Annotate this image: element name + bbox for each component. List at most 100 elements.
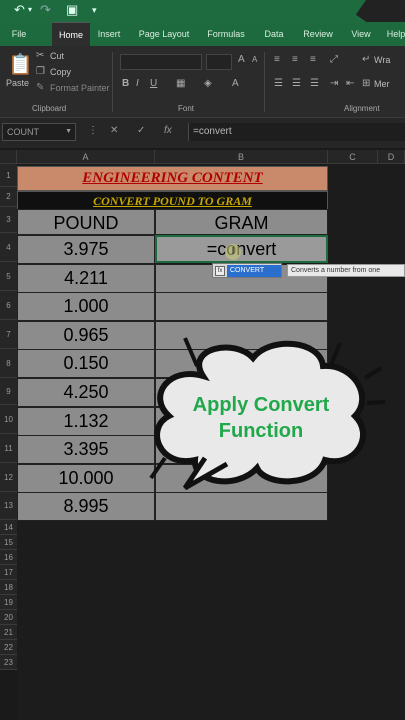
gram-value-cell[interactable]: [155, 292, 328, 322]
italic-icon[interactable]: I: [136, 78, 139, 89]
insert-function-button[interactable]: fx: [164, 125, 172, 136]
wrap-text-button[interactable]: Wra: [374, 55, 390, 65]
enter-formula-button[interactable]: ✓: [137, 125, 145, 136]
borders-icon[interactable]: ▦: [176, 78, 185, 89]
pound-value-cell[interactable]: 4.250: [17, 378, 155, 407]
row-header-12[interactable]: 12: [0, 463, 17, 492]
row-header-11[interactable]: 11: [0, 434, 17, 463]
customize-toolbar-icon[interactable]: ▾: [92, 2, 97, 18]
formula-input[interactable]: =convert: [188, 123, 405, 141]
outdent-icon[interactable]: ⇤: [346, 78, 354, 89]
title-cell[interactable]: ENGINEERING CONTENT: [17, 166, 328, 191]
column-header-b[interactable]: B: [155, 150, 328, 164]
underline-icon[interactable]: U: [150, 78, 157, 89]
autocomplete-item-convert[interactable]: CONVERT: [227, 265, 281, 277]
tab-data[interactable]: Data: [260, 22, 288, 46]
ribbon-separator: [264, 52, 265, 112]
row-header-20[interactable]: 20: [0, 610, 17, 625]
wrap-text-icon[interactable]: ↵: [362, 54, 370, 65]
pound-value-cell[interactable]: 1.000: [17, 292, 155, 322]
redo-icon[interactable]: ↷: [40, 2, 51, 18]
align-right-icon[interactable]: ☰: [310, 78, 319, 89]
increase-font-icon[interactable]: A: [238, 54, 245, 65]
select-all-corner[interactable]: [0, 150, 17, 164]
column-header-a[interactable]: A: [17, 150, 155, 164]
paste-icon[interactable]: 📋: [8, 52, 33, 77]
undo-icon[interactable]: ↶: [14, 2, 25, 18]
row-header-23[interactable]: 23: [0, 655, 17, 670]
font-name-select[interactable]: [120, 54, 202, 70]
tab-insert[interactable]: Insert: [92, 22, 126, 46]
indent-icon[interactable]: ⇥: [330, 78, 338, 89]
tab-view[interactable]: View: [346, 22, 376, 46]
row-header-9[interactable]: 9: [0, 378, 17, 405]
row-header-7[interactable]: 7: [0, 320, 17, 349]
font-size-select[interactable]: [206, 54, 232, 70]
align-middle-icon[interactable]: ≡: [292, 54, 298, 65]
row-header-19[interactable]: 19: [0, 595, 17, 610]
pound-value-cell[interactable]: 3.975: [17, 235, 155, 264]
row-header-3[interactable]: 3: [0, 207, 17, 233]
name-box-value: COUNT: [7, 127, 39, 137]
align-left-icon[interactable]: ☰: [274, 78, 283, 89]
subtitle-cell[interactable]: CONVERT POUND TO GRAM: [17, 191, 328, 210]
pound-value-cell[interactable]: 0.150: [17, 349, 155, 379]
row-header-16[interactable]: 16: [0, 550, 17, 565]
row-header-21[interactable]: 21: [0, 625, 17, 640]
pound-value-cell[interactable]: 10.000: [17, 463, 155, 493]
align-center-icon[interactable]: ☰: [292, 78, 301, 89]
cut-icon[interactable]: ✂: [36, 50, 44, 61]
function-icon: fx: [215, 266, 225, 276]
row-header-15[interactable]: 15: [0, 535, 17, 550]
fill-color-icon[interactable]: ◈: [204, 78, 212, 89]
undo-dropdown-icon[interactable]: ▾: [28, 2, 32, 18]
align-top-icon[interactable]: ≡: [274, 54, 280, 65]
row-header-14[interactable]: 14: [0, 520, 17, 535]
copy-button[interactable]: Copy: [50, 67, 71, 77]
gram-header-cell[interactable]: GRAM: [155, 209, 328, 235]
tab-formulas[interactable]: Formulas: [202, 22, 250, 46]
active-cell-b4[interactable]: =convert: [155, 235, 328, 263]
copy-icon[interactable]: ❐: [36, 66, 45, 77]
cancel-formula-button[interactable]: ✕: [110, 125, 118, 136]
align-bottom-icon[interactable]: ≡: [310, 54, 316, 65]
row-header-17[interactable]: 17: [0, 565, 17, 580]
tab-home[interactable]: Home: [52, 22, 90, 46]
name-box[interactable]: COUNT ▼: [2, 123, 76, 141]
row-header-5[interactable]: 5: [0, 262, 17, 291]
row-header-13[interactable]: 13: [0, 492, 17, 520]
format-painter-button[interactable]: Format Painter: [50, 83, 110, 93]
decrease-font-icon[interactable]: A: [252, 55, 257, 64]
pound-value-cell[interactable]: 0.965: [17, 320, 155, 350]
pound-value-cell[interactable]: 8.995: [17, 492, 155, 522]
pound-value-cell[interactable]: 1.132: [17, 406, 155, 436]
orientation-icon[interactable]: ⤢: [330, 54, 338, 65]
chevron-down-icon[interactable]: ▼: [65, 124, 72, 140]
format-painter-icon[interactable]: ✎: [36, 82, 44, 93]
column-header-d[interactable]: D: [378, 150, 405, 164]
column-header-c[interactable]: C: [328, 150, 378, 164]
row-header-18[interactable]: 18: [0, 580, 17, 595]
paste-button[interactable]: Paste: [6, 78, 29, 88]
tab-page-layout[interactable]: Page Layout: [134, 22, 194, 46]
row-header-22[interactable]: 22: [0, 640, 17, 655]
tab-help[interactable]: Help: [384, 22, 405, 46]
cut-button[interactable]: Cut: [50, 51, 64, 61]
ribbon-tabs: File Home Insert Page Layout Formulas Da…: [0, 22, 405, 46]
merge-center-button[interactable]: Mer: [374, 79, 390, 89]
save-icon[interactable]: ▣: [66, 2, 78, 18]
row-header-10[interactable]: 10: [0, 405, 17, 434]
bold-icon[interactable]: B: [122, 78, 129, 89]
font-color-icon[interactable]: A: [232, 78, 239, 89]
row-header-1[interactable]: 1: [0, 164, 17, 187]
tab-file[interactable]: File: [4, 22, 34, 46]
tab-review[interactable]: Review: [298, 22, 338, 46]
row-header-4[interactable]: 4: [0, 233, 17, 262]
pound-value-cell[interactable]: 3.395: [17, 435, 155, 465]
merge-icon[interactable]: ⊞: [362, 78, 370, 89]
row-header-2[interactable]: 2: [0, 187, 17, 207]
pound-header-cell[interactable]: POUND: [17, 209, 155, 235]
row-header-8[interactable]: 8: [0, 349, 17, 378]
row-header-6[interactable]: 6: [0, 291, 17, 320]
pound-value-cell[interactable]: 4.211: [17, 263, 155, 293]
